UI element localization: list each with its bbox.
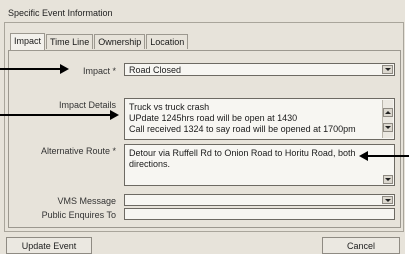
scroll-down-icon[interactable] [383,175,393,184]
impact-value: Road Closed [129,65,182,75]
tab-location[interactable]: Location [146,34,189,49]
public-enquiries-label: Public Enquires To [41,210,116,220]
alternative-route-scrollbar[interactable] [383,146,393,184]
panel-title: Specific Event Information [8,8,113,18]
update-event-button[interactable]: Update Event [6,237,92,254]
impact-select[interactable]: Road Closed [124,63,395,76]
tab-bar: Impact Time Line Ownership Location [10,33,189,50]
event-info-panel: Specific Event Information Impact Time L… [0,0,405,254]
annotation-arrowhead-impact-details [110,110,119,120]
alternative-route-label: Alternative Route * [40,146,116,156]
chevron-down-icon[interactable] [382,65,393,74]
alternative-route-textarea[interactable]: Detour via Ruffell Rd to Onion Road to H… [124,144,395,186]
cancel-button[interactable]: Cancel [322,237,400,254]
vms-message-label: VMS Message [57,196,116,206]
annotation-arrow-alternative-route [367,155,409,157]
impact-details-line-2: UPdate 1245hrs road will be open at 1430 [129,113,298,123]
scroll-up-icon[interactable] [383,108,393,117]
public-enquiries-input[interactable] [124,208,395,220]
scroll-down-icon[interactable] [383,123,393,132]
annotation-arrowhead-alternative-route [359,151,368,161]
impact-details-line-3: Call received 1324 to say road will be o… [129,124,356,134]
alternative-route-line-2: directions. [129,159,171,169]
alternative-route-line-1: Detour via Ruffell Rd to Onion Road to H… [129,148,356,158]
vms-message-select[interactable] [124,194,395,206]
impact-details-textarea[interactable]: Truck vs truck crash UPdate 1245hrs road… [124,98,395,140]
annotation-arrowhead-impact [60,64,69,74]
annotation-arrow-impact-details [0,114,112,116]
tab-time-line[interactable]: Time Line [46,34,94,49]
tab-ownership[interactable]: Ownership [94,34,146,49]
tab-impact[interactable]: Impact [10,33,46,50]
impact-details-scrollbar[interactable] [382,100,393,138]
annotation-arrow-impact [0,68,62,70]
chevron-down-icon[interactable] [382,196,393,204]
impact-details-label: Impact Details [58,100,116,110]
impact-details-line-1: Truck vs truck crash [129,102,210,112]
